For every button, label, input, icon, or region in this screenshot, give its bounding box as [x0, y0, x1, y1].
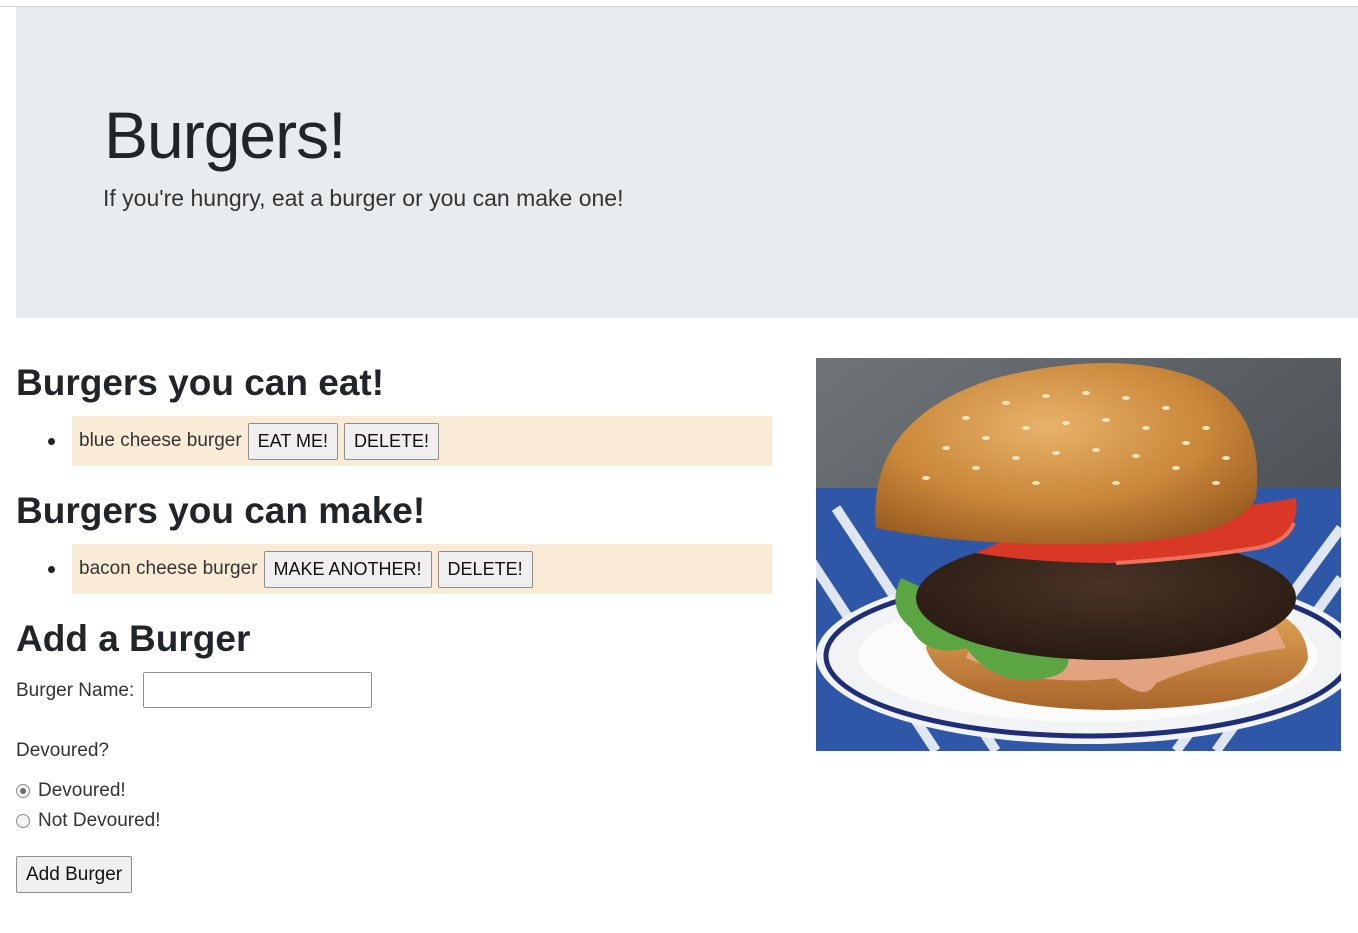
- add-burger-heading: Add a Burger: [16, 618, 251, 659]
- bullet-icon: [48, 438, 55, 445]
- list-item: blue cheese burger EAT ME! DELETE!: [48, 416, 772, 466]
- burger-name-label: Burger Name:: [16, 680, 135, 701]
- make-another-button[interactable]: MAKE ANOTHER!: [263, 550, 432, 588]
- burger-name-input[interactable]: [143, 672, 372, 708]
- delete-button[interactable]: DELETE!: [344, 422, 440, 460]
- radio-label: Devoured!: [38, 780, 126, 801]
- bullet-icon: [48, 566, 55, 573]
- devoured-option[interactable]: Devoured!: [16, 780, 126, 802]
- list-item: bacon cheese burger MAKE ANOTHER! DELETE…: [48, 544, 772, 594]
- radio-button[interactable]: [16, 814, 30, 828]
- delete-button[interactable]: DELETE!: [437, 550, 533, 588]
- eat-section-heading: Burgers you can eat!: [16, 362, 385, 403]
- not-devoured-option[interactable]: Not Devoured!: [16, 810, 161, 832]
- page-title: Burgers!: [104, 98, 346, 172]
- devoured-label: Devoured?: [16, 740, 109, 761]
- radio-button[interactable]: [16, 784, 30, 798]
- make-section-heading: Burgers you can make!: [16, 490, 426, 531]
- eat-me-button[interactable]: EAT ME!: [247, 422, 339, 460]
- burger-name: bacon cheese burger: [79, 558, 258, 579]
- page-subtitle: If you're hungry, eat a burger or you ca…: [103, 185, 624, 211]
- add-burger-button[interactable]: Add Burger: [16, 856, 133, 893]
- jumbotron: Burgers! If you're hungry, eat a burger …: [16, 7, 1358, 318]
- burger-name: blue cheese burger: [79, 430, 242, 451]
- burger-image: [816, 358, 1341, 751]
- radio-label: Not Devoured!: [38, 810, 161, 831]
- burger-photo: [816, 358, 1341, 751]
